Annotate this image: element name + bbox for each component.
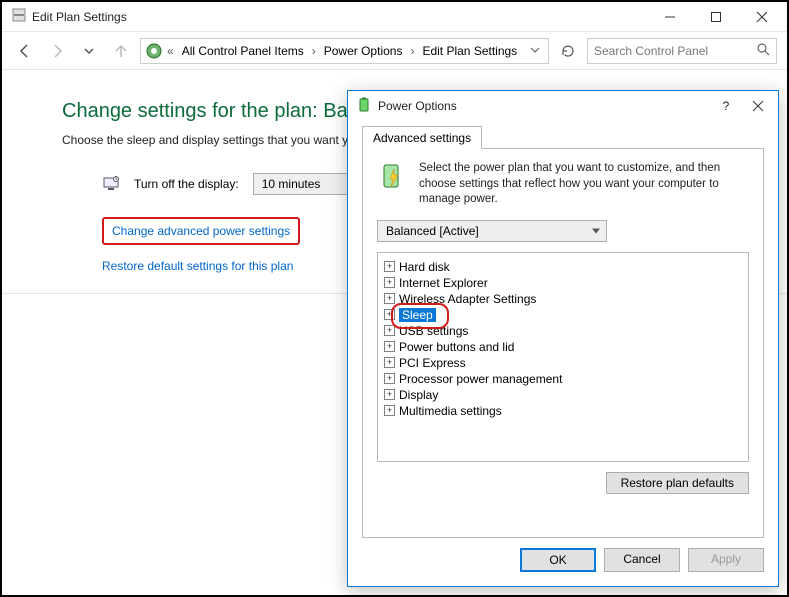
plan-select[interactable]: Balanced [Active] bbox=[377, 220, 607, 242]
settings-tree[interactable]: +Hard disk +Internet Explorer +Wireless … bbox=[377, 252, 749, 462]
expand-icon[interactable]: + bbox=[384, 293, 395, 304]
recent-button[interactable] bbox=[76, 38, 102, 64]
change-advanced-link[interactable]: Change advanced power settings bbox=[102, 217, 300, 245]
chevron-down-icon[interactable] bbox=[526, 44, 544, 58]
chevron-right-icon: › bbox=[310, 44, 318, 58]
monitor-icon bbox=[102, 175, 120, 193]
tab-advanced-settings[interactable]: Advanced settings bbox=[362, 126, 482, 149]
expand-icon[interactable]: + bbox=[384, 389, 395, 400]
ok-button[interactable]: OK bbox=[520, 548, 596, 572]
refresh-button[interactable] bbox=[555, 38, 581, 64]
title-bar: Edit Plan Settings bbox=[2, 2, 787, 32]
back-button[interactable] bbox=[12, 38, 38, 64]
expand-icon[interactable]: + bbox=[384, 261, 395, 272]
help-button[interactable]: ? bbox=[710, 92, 742, 120]
dialog-title-bar: Power Options ? bbox=[348, 91, 778, 121]
restore-plan-defaults-button[interactable]: Restore plan defaults bbox=[606, 472, 749, 494]
tree-item-sleep[interactable]: +Sleep bbox=[382, 307, 744, 323]
cancel-button[interactable]: Cancel bbox=[604, 548, 680, 572]
control-panel-icon bbox=[145, 42, 163, 60]
window-title: Edit Plan Settings bbox=[26, 10, 647, 24]
tree-item-multimedia[interactable]: +Multimedia settings bbox=[382, 403, 744, 419]
dialog-description: Select the power plan that you want to c… bbox=[419, 161, 749, 208]
breadcrumb-item[interactable]: Edit Plan Settings bbox=[418, 42, 521, 60]
up-button[interactable] bbox=[108, 38, 134, 64]
tree-item-wireless[interactable]: +Wireless Adapter Settings bbox=[382, 291, 744, 307]
tab-strip: Advanced settings bbox=[362, 125, 764, 148]
plan-select-value: Balanced [Active] bbox=[386, 224, 479, 238]
search-input[interactable]: Search Control Panel bbox=[587, 38, 777, 64]
maximize-button[interactable] bbox=[693, 2, 739, 32]
expand-icon[interactable]: + bbox=[384, 341, 395, 352]
tree-item-display[interactable]: +Display bbox=[382, 387, 744, 403]
expand-icon[interactable]: + bbox=[384, 277, 395, 288]
battery-icon bbox=[356, 97, 372, 116]
expand-icon[interactable]: + bbox=[384, 325, 395, 336]
display-off-value: 10 minutes bbox=[262, 177, 321, 191]
apply-button[interactable]: Apply bbox=[688, 548, 764, 572]
tree-item-hard-disk[interactable]: +Hard disk bbox=[382, 259, 744, 275]
search-icon bbox=[756, 42, 770, 59]
dialog-close-button[interactable] bbox=[742, 92, 774, 120]
tree-item-usb[interactable]: +USB settings bbox=[382, 323, 744, 339]
power-options-dialog: Power Options ? Advanced settings Select… bbox=[347, 90, 779, 587]
dialog-footer: OK Cancel Apply bbox=[348, 538, 778, 586]
tree-item-pci[interactable]: +PCI Express bbox=[382, 355, 744, 371]
breadcrumb-item[interactable]: All Control Panel Items bbox=[178, 42, 308, 60]
power-plan-icon bbox=[377, 161, 411, 208]
breadcrumb-item[interactable]: Power Options bbox=[320, 42, 407, 60]
search-placeholder: Search Control Panel bbox=[594, 44, 708, 58]
expand-icon[interactable]: + bbox=[384, 405, 395, 416]
nav-bar: « All Control Panel Items › Power Option… bbox=[2, 32, 787, 70]
display-off-label: Turn off the display: bbox=[134, 177, 239, 191]
breadcrumb-sep-icon: « bbox=[165, 44, 176, 58]
tree-item-internet-explorer[interactable]: +Internet Explorer bbox=[382, 275, 744, 291]
app-icon bbox=[12, 8, 26, 25]
minimize-button[interactable] bbox=[647, 2, 693, 32]
dialog-title: Power Options bbox=[378, 99, 457, 113]
close-button[interactable] bbox=[739, 2, 785, 32]
chevron-right-icon: › bbox=[408, 44, 416, 58]
expand-icon[interactable]: + bbox=[384, 309, 395, 320]
tab-pane: Select the power plan that you want to c… bbox=[362, 148, 764, 538]
tree-item-power-buttons[interactable]: +Power buttons and lid bbox=[382, 339, 744, 355]
expand-icon[interactable]: + bbox=[384, 357, 395, 368]
expand-icon[interactable]: + bbox=[384, 373, 395, 384]
breadcrumb[interactable]: « All Control Panel Items › Power Option… bbox=[140, 38, 549, 64]
forward-button[interactable] bbox=[44, 38, 70, 64]
tree-item-processor[interactable]: +Processor power management bbox=[382, 371, 744, 387]
